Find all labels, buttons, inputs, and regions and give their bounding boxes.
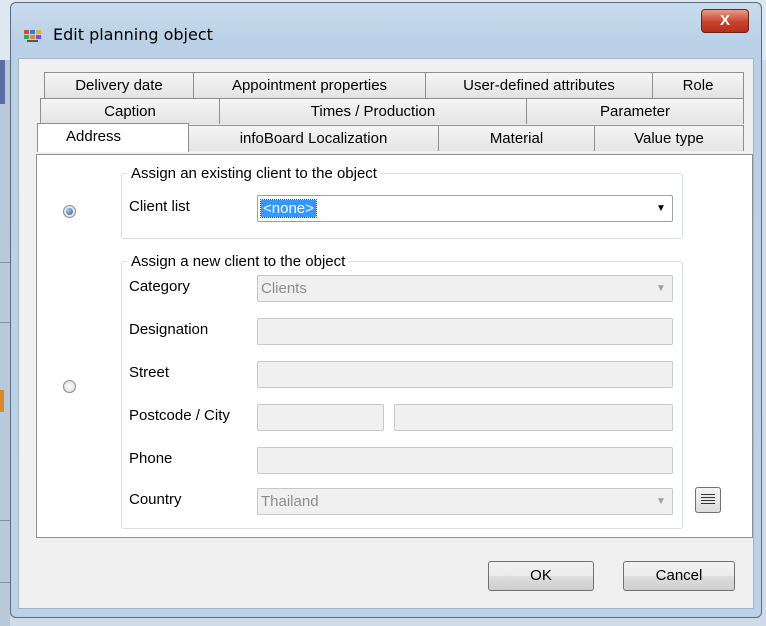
tab-label: Caption — [104, 103, 156, 120]
postcode-city-label: Postcode / City — [129, 407, 230, 424]
ok-button-label: OK — [530, 567, 552, 584]
phone-input[interactable] — [257, 447, 673, 474]
tab-label: Parameter — [599, 103, 671, 120]
city-input[interactable] — [394, 404, 673, 431]
country-list-button[interactable] — [695, 487, 721, 513]
address-tab-panel: Assign an existing client to the object … — [36, 154, 753, 538]
tab-label: Delivery date — [75, 77, 163, 94]
tab-infoboard-localization[interactable]: infoBoard Localization — [188, 125, 439, 151]
country-label: Country — [129, 491, 182, 508]
tab-material[interactable]: Material — [438, 125, 595, 151]
background-divider — [0, 520, 10, 521]
background-divider — [0, 322, 10, 323]
list-icon — [701, 494, 715, 506]
tab-label: Address — [66, 128, 122, 145]
tab-label: User-defined attributes — [463, 77, 615, 94]
tab-address[interactable]: Address — [37, 123, 189, 152]
chevron-down-icon: ▼ — [656, 283, 666, 294]
chevron-down-icon: ▼ — [656, 203, 666, 214]
designation-input[interactable] — [257, 318, 673, 345]
tab-label: Value type — [634, 130, 704, 147]
postcode-input[interactable] — [257, 404, 384, 431]
tab-label: Role — [682, 77, 714, 94]
cancel-button[interactable]: Cancel — [623, 561, 735, 591]
tab-value-type[interactable]: Value type — [594, 125, 744, 151]
category-label: Category — [129, 278, 190, 295]
planning-app-icon — [24, 29, 42, 43]
background-window-edge — [0, 60, 10, 626]
street-label: Street — [129, 364, 170, 381]
cancel-button-label: Cancel — [655, 567, 703, 584]
existing-client-radio[interactable] — [63, 205, 76, 218]
existing-client-legend: Assign an existing client to the object — [131, 165, 377, 182]
new-client-radio[interactable] — [63, 380, 76, 393]
tab-caption[interactable]: Caption — [40, 98, 220, 124]
close-icon: X — [719, 12, 730, 29]
background-divider — [0, 582, 10, 583]
title-bar[interactable]: Edit planning object X — [11, 3, 761, 55]
client-list-value: <none> — [260, 199, 317, 218]
dialog-title: Edit planning object — [53, 25, 213, 44]
tab-parameter[interactable]: Parameter — [526, 98, 744, 124]
tab-times-production[interactable]: Times / Production — [219, 98, 527, 124]
tab-user-defined-attributes[interactable]: User-defined attributes — [425, 72, 653, 98]
street-input[interactable] — [257, 361, 673, 388]
background-window-marker — [0, 390, 4, 412]
background-window-accent — [0, 60, 5, 104]
tab-role[interactable]: Role — [652, 72, 744, 98]
client-list-select[interactable]: <none> ▼ — [257, 195, 673, 222]
country-value: Thailand — [261, 493, 319, 510]
tab-label: Material — [489, 130, 544, 147]
close-button[interactable]: X — [701, 9, 749, 33]
chevron-down-icon: ▼ — [656, 496, 666, 507]
tab-delivery-date[interactable]: Delivery date — [44, 72, 194, 98]
tab-label: Times / Production — [310, 103, 436, 120]
ok-button[interactable]: OK — [488, 561, 594, 591]
client-list-label: Client list — [129, 198, 190, 215]
background-divider — [0, 262, 10, 263]
country-select[interactable]: Thailand ▼ — [257, 488, 673, 515]
edit-planning-object-dialog: Edit planning object X Delivery date App… — [10, 2, 762, 618]
phone-label: Phone — [129, 450, 173, 467]
designation-label: Designation — [129, 321, 209, 338]
tab-appointment-properties[interactable]: Appointment properties — [193, 72, 426, 98]
tab-label: Appointment properties — [231, 77, 388, 94]
tab-label: infoBoard Localization — [239, 130, 388, 147]
category-select[interactable]: Clients ▼ — [257, 275, 673, 302]
category-value: Clients — [261, 280, 307, 297]
new-client-legend: Assign a new client to the object — [131, 253, 346, 270]
